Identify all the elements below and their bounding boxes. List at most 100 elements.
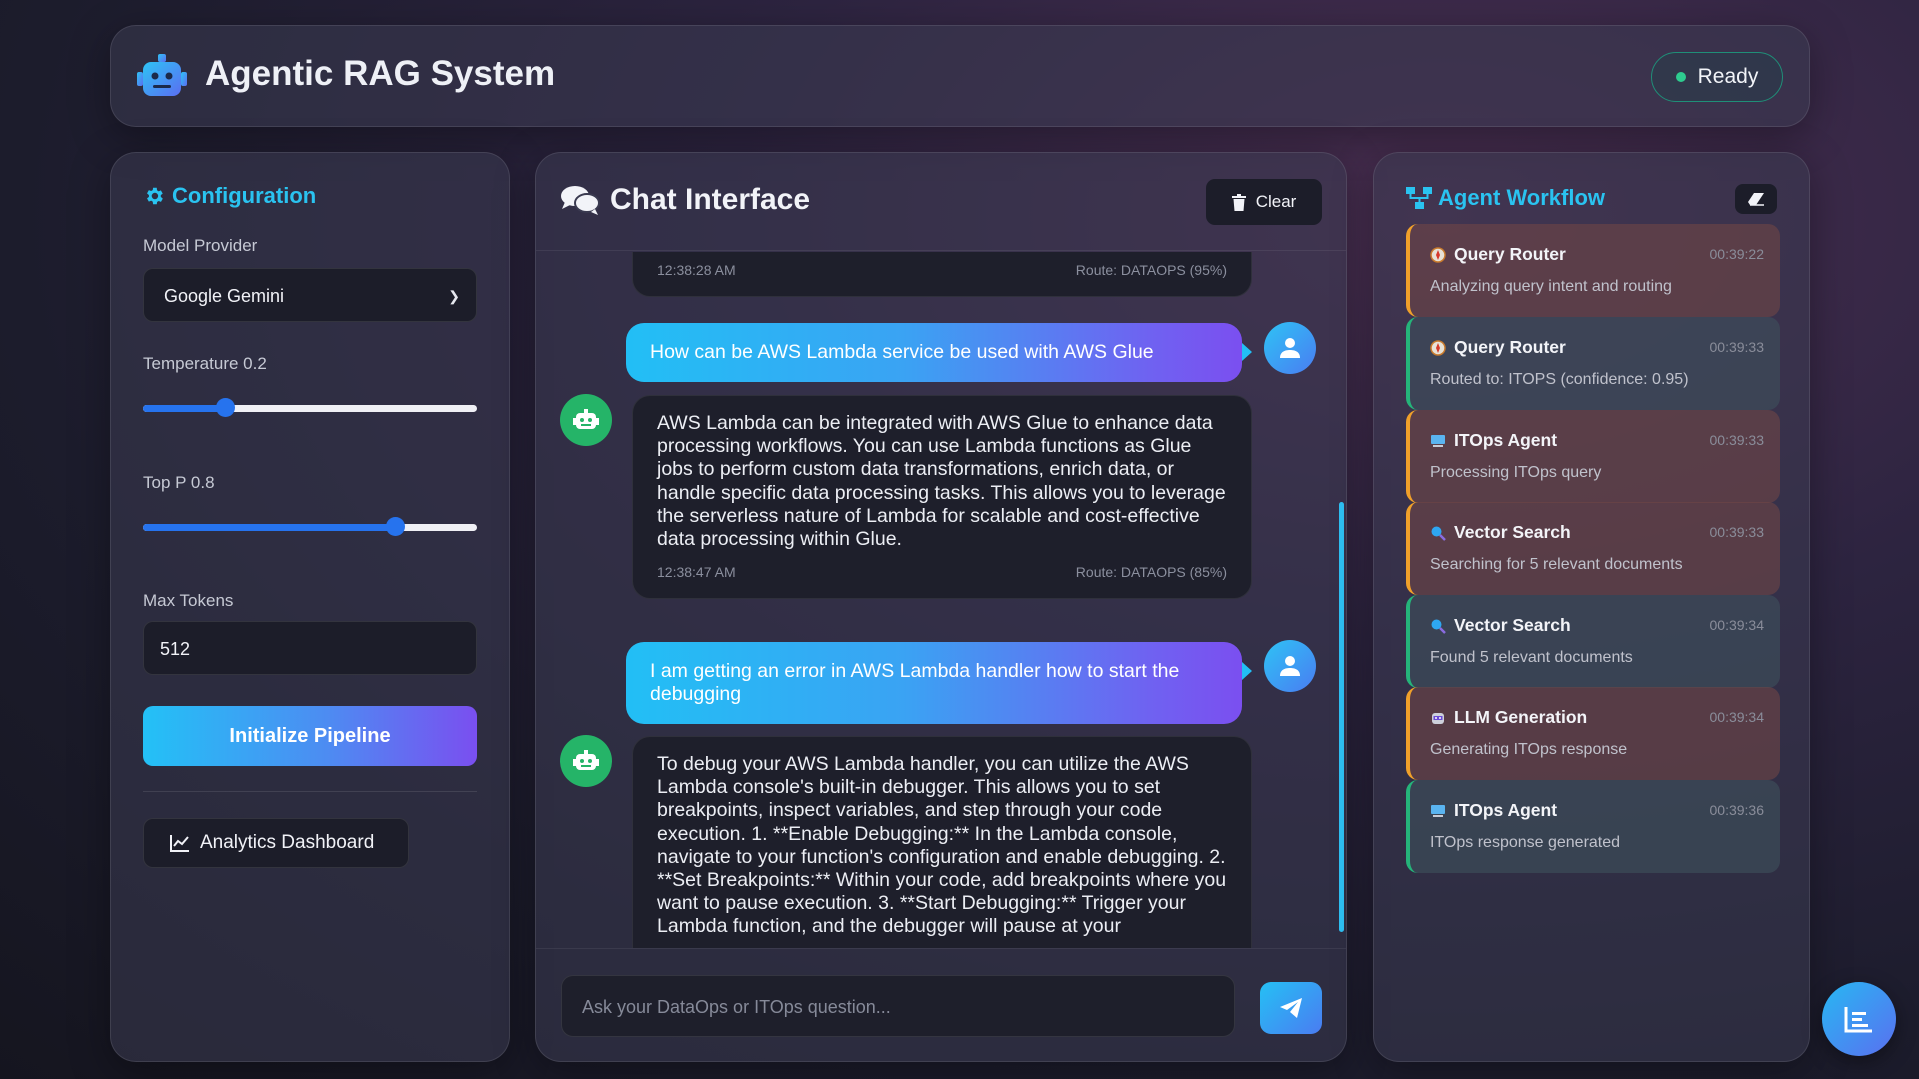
agent-workflow-panel: Agent Workflow Query Router 00:39:22 Ana… — [1373, 152, 1810, 1062]
top-p-fill — [143, 524, 396, 531]
robot-icon — [1432, 712, 1444, 724]
configuration-title: Configuration — [172, 183, 317, 208]
robot-logo-icon — [137, 54, 187, 96]
bot-avatar — [560, 735, 612, 787]
analytics-dashboard-label: Analytics Dashboard — [200, 832, 375, 853]
floating-action-button[interactable] — [1822, 982, 1896, 1056]
workflow-step: Query Router 00:39:33 Routed to: ITOPS (… — [1406, 317, 1780, 410]
bot-message: To debug your AWS Lambda handler, you ca… — [632, 736, 1252, 948]
top-p-thumb[interactable] — [386, 517, 406, 536]
chat-scrollbar[interactable] — [1339, 502, 1344, 932]
workflow-step-desc: Routed to: ITOPS (confidence: 0.95) — [1430, 371, 1689, 388]
chat-header: Chat Interface Clear — [536, 153, 1346, 251]
initialize-pipeline-button[interactable]: Initialize Pipeline — [143, 706, 477, 766]
step-name-text: Query Router — [1454, 244, 1566, 264]
top-p-slider[interactable] — [143, 517, 477, 536]
status-dot-icon — [1675, 72, 1686, 82]
temperature-thumb[interactable] — [215, 398, 235, 417]
clear-chat-button[interactable]: Clear — [1206, 179, 1322, 225]
analytics-dashboard-button[interactable]: Analytics Dashboard — [143, 818, 409, 868]
model-provider-value: Google Gemini — [164, 286, 285, 306]
message-list[interactable]: 12:38:28 AM Route: DATAOPS (95%) How can… — [536, 252, 1346, 948]
step-name-text: Query Router — [1454, 337, 1566, 357]
app-header: Agentic RAG System Ready — [110, 25, 1810, 127]
magnifier-icon — [1431, 526, 1446, 541]
workflow-step: Vector Search 00:39:33 Searching for 5 r… — [1406, 502, 1780, 595]
user-icon — [1280, 656, 1300, 676]
message-time: 12:38:28 AM — [657, 262, 736, 278]
bot-message: AWS Lambda can be integrated with AWS Gl… — [632, 395, 1252, 600]
temperature-slider[interactable] — [143, 398, 477, 417]
workflow-step: Query Router 00:39:22 Analyzing query in… — [1406, 224, 1780, 317]
workflow-step-time: 00:39:22 — [1709, 246, 1765, 262]
chat-composer: Ask your DataOps or ITOps question... — [536, 948, 1346, 1061]
send-button[interactable] — [1260, 982, 1322, 1034]
temperature-fill — [143, 405, 225, 412]
model-provider-select[interactable]: Google Gemini ❯ — [143, 268, 477, 322]
workflow-step-time: 00:39:36 — [1709, 802, 1765, 818]
paper-plane-icon — [1280, 998, 1302, 1018]
user-avatar — [1264, 640, 1316, 692]
workflow-step-time: 00:39:33 — [1709, 432, 1765, 448]
user-message: I am getting an error in AWS Lambda hand… — [626, 642, 1252, 724]
user-icon — [1280, 338, 1300, 358]
step-name-text: ITOps Agent — [1454, 430, 1558, 450]
step-name-text: Vector Search — [1454, 522, 1571, 542]
trash-icon — [1231, 193, 1246, 211]
workflow-title: Agent Workflow — [1438, 185, 1606, 210]
workflow-step-time: 00:39:33 — [1709, 524, 1765, 540]
message-route: Route: DATAOPS (85%) — [1075, 564, 1227, 581]
message-time: 12:38:47 AM — [657, 564, 736, 581]
divider — [143, 791, 477, 792]
workflow-step: Vector Search 00:39:34 Found 5 relevant … — [1406, 595, 1780, 688]
step-name-text: Vector Search — [1454, 615, 1571, 635]
robot-icon — [573, 750, 599, 770]
workflow-step: ITOps Agent 00:39:33 Processing ITOps qu… — [1406, 410, 1780, 503]
step-name-text: LLM Generation — [1454, 707, 1588, 727]
chat-panel: Chat Interface Clear 12:38:28 AM Route: … — [535, 152, 1347, 1062]
clear-workflow-button[interactable] — [1735, 184, 1777, 214]
workflow-step: ITOps Agent 00:39:36 ITOps response gene… — [1406, 780, 1780, 873]
workflow-heading: Agent Workflow — [1406, 185, 1605, 211]
app-title: Agentic RAG System — [205, 54, 556, 93]
bot-message: 12:38:28 AM Route: DATAOPS (95%) — [632, 252, 1252, 298]
model-provider-label: Model Provider — [143, 236, 258, 255]
step-name-text: ITOps Agent — [1454, 800, 1558, 820]
gear-icon — [147, 187, 163, 205]
workflow-step: LLM Generation 00:39:34 Generating ITOps… — [1406, 687, 1780, 780]
status-text: Ready — [1697, 65, 1759, 88]
message-meta: 12:38:28 AM Route: DATAOPS (95%) — [657, 259, 1227, 282]
chat-input[interactable]: Ask your DataOps or ITOps question... — [561, 975, 1235, 1037]
max-tokens-label: Max Tokens — [143, 591, 234, 610]
line-chart-icon — [170, 835, 189, 852]
magnifier-icon — [1431, 619, 1446, 634]
computer-icon — [1431, 804, 1445, 817]
chevron-down-icon: ❯ — [448, 288, 460, 304]
compass-icon — [1430, 339, 1446, 356]
workflow-step-desc: Searching for 5 relevant documents — [1430, 556, 1683, 573]
list-chart-icon — [1844, 1007, 1872, 1033]
eraser-icon — [1748, 193, 1764, 206]
workflow-step-desc: Analyzing query intent and routing — [1430, 278, 1672, 295]
message-text: AWS Lambda can be integrated with AWS Gl… — [657, 412, 1226, 551]
user-avatar — [1264, 322, 1316, 374]
temperature-label: Temperature 0.2 — [143, 354, 267, 373]
chat-heading: Chat Interface — [560, 183, 810, 217]
chat-title: Chat Interface — [610, 183, 811, 216]
configuration-heading: Configuration — [143, 183, 316, 209]
bot-avatar — [560, 394, 612, 446]
message-meta: 12:38:47 AM Route: DATAOPS (85%) — [657, 561, 1227, 584]
workflow-step-time: 00:39:34 — [1709, 709, 1765, 725]
workflow-step-desc: Found 5 relevant documents — [1430, 649, 1633, 666]
max-tokens-input[interactable]: 512 — [143, 621, 477, 675]
top-p-label: Top P 0.8 — [143, 473, 215, 492]
workflow-step-time: 00:39:34 — [1709, 617, 1765, 633]
computer-icon — [1431, 434, 1445, 447]
robot-icon — [573, 409, 599, 429]
comments-icon — [561, 186, 600, 215]
workflow-step-desc: Processing ITOps query — [1430, 464, 1602, 481]
workflow-step-desc: Generating ITOps response — [1430, 741, 1628, 758]
clear-label: Clear — [1255, 192, 1297, 211]
user-message: How can be AWS Lambda service be used wi… — [626, 323, 1252, 382]
message-route: Route: DATAOPS (95%) — [1075, 262, 1227, 278]
